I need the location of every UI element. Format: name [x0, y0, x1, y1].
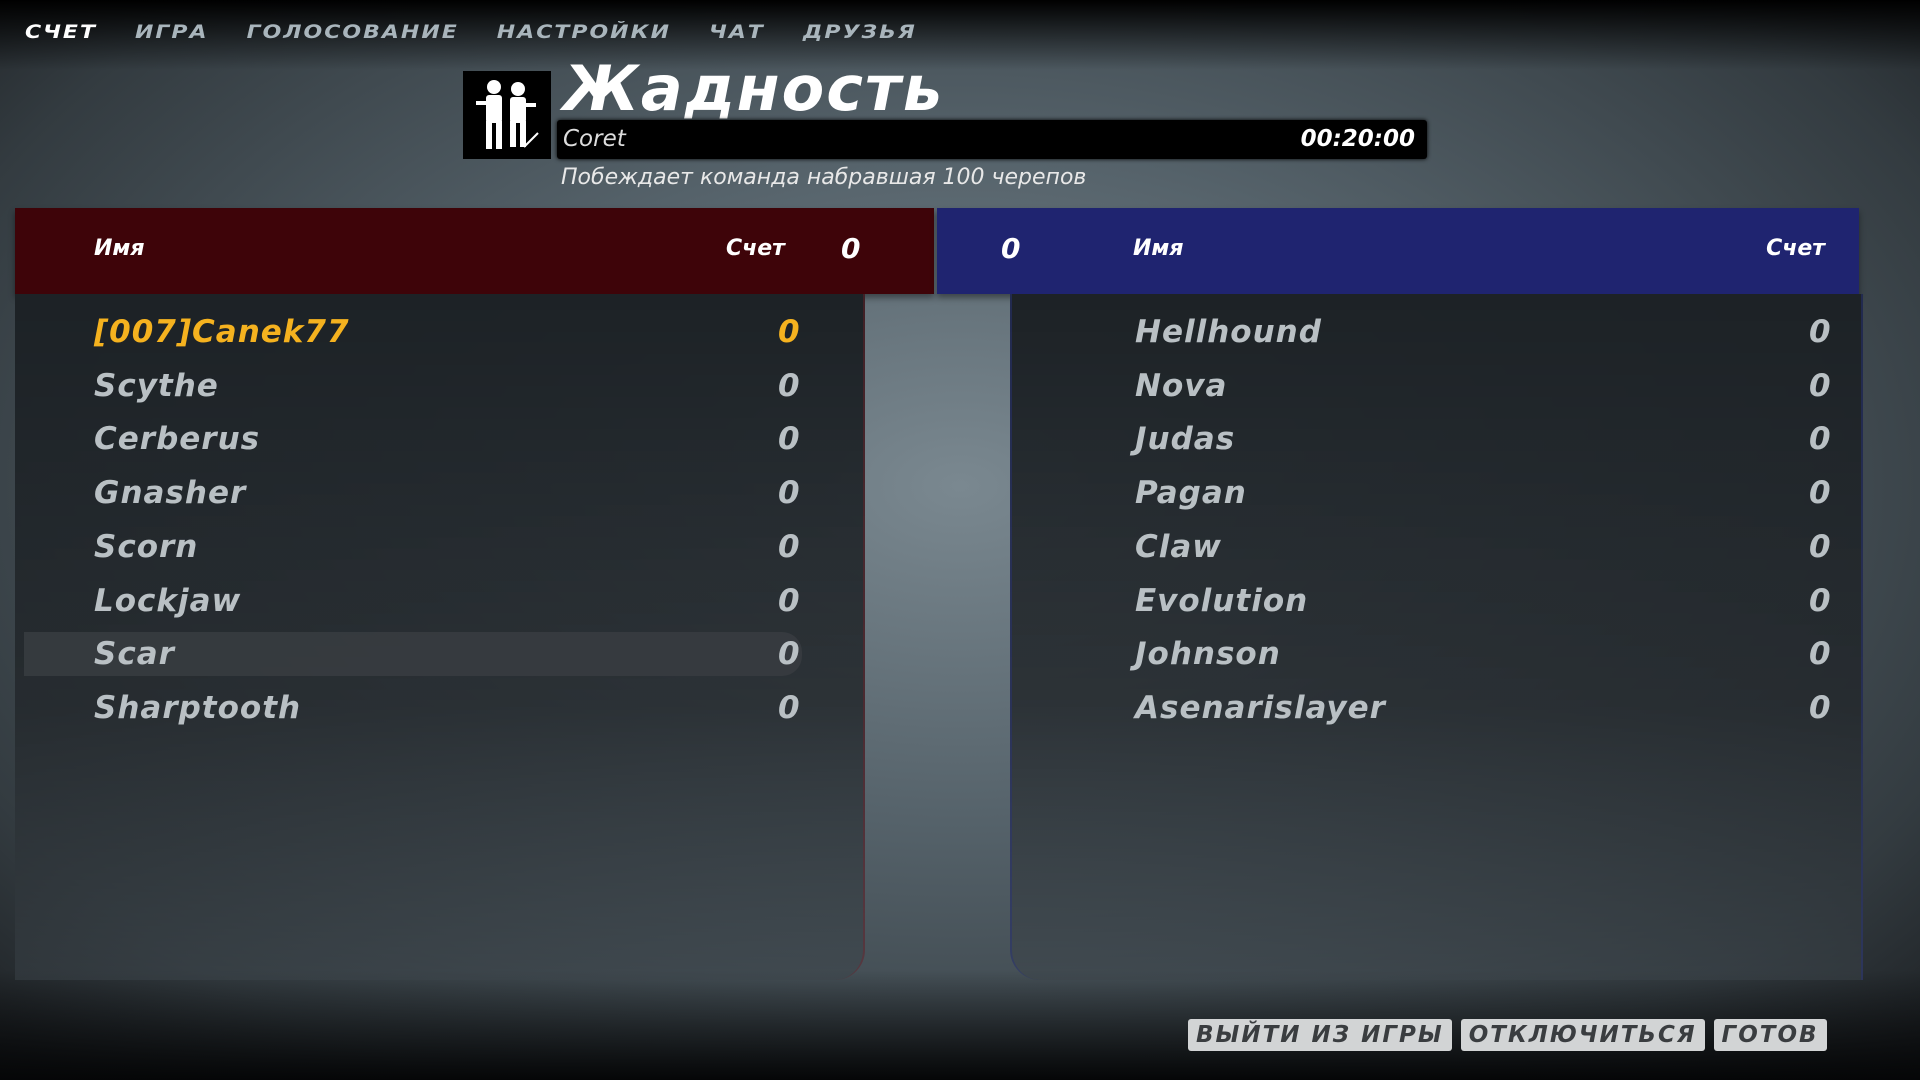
score-column-header: Счет: [726, 236, 785, 261]
player-name: Asenarislayer: [1135, 689, 1386, 726]
tab-score[interactable]: СЧЕТ: [25, 22, 97, 43]
match-timer: 00:20:00: [1300, 126, 1415, 152]
tab-friends[interactable]: ДРУЗЬЯ: [803, 22, 917, 43]
disconnect-button[interactable]: ОТКЛЮЧИТЬСЯ: [1460, 1019, 1705, 1051]
player-score: 0: [778, 689, 801, 726]
player-score: 0: [778, 636, 801, 673]
player-name: Evolution: [1135, 582, 1309, 619]
tab-chat[interactable]: ЧАТ: [709, 22, 765, 43]
player-score: 0: [1809, 636, 1832, 673]
player-name: Hellhound: [1135, 314, 1322, 350]
player-row[interactable]: Johnson 0: [1012, 632, 1852, 676]
player-score: 0: [1809, 528, 1832, 565]
player-row[interactable]: Scar 0: [24, 632, 802, 677]
player-row[interactable]: Pagan 0: [1012, 471, 1852, 515]
player-name: Scar: [94, 636, 175, 673]
match-info-bar: Coret 00:20:00: [557, 120, 1427, 159]
player-row[interactable]: Judas 0: [1012, 417, 1852, 461]
map-name: Coret: [563, 126, 626, 152]
action-buttons: ВЫЙТИ ИЗ ИГРЫ ОТКЛЮЧИТЬСЯ ГОТОВ: [1188, 1019, 1827, 1051]
player-name: Cerberus: [94, 421, 261, 458]
mode-title: Жадность: [563, 52, 945, 125]
score-column-header: Счет: [1766, 236, 1825, 261]
blue-team-score: 0: [1001, 232, 1021, 265]
player-name: Nova: [1135, 367, 1228, 404]
player-row[interactable]: Gnasher 0: [24, 471, 802, 515]
player-score: 0: [778, 528, 801, 565]
player-row[interactable]: Hellhound 0: [1012, 310, 1852, 354]
player-row[interactable]: Lockjaw 0: [24, 579, 802, 623]
player-name: Pagan: [1135, 475, 1247, 512]
player-name: Johnson: [1135, 636, 1281, 673]
player-row[interactable]: Sharptooth 0: [24, 686, 802, 730]
player-row[interactable]: Scorn 0: [24, 525, 802, 569]
player-name: Sharptooth: [94, 689, 302, 726]
tab-game[interactable]: ИГРА: [135, 22, 209, 43]
player-score: 0: [1809, 367, 1832, 404]
player-row[interactable]: Claw 0: [1012, 525, 1852, 569]
player-score: 0: [1809, 421, 1832, 458]
name-column-header: Имя: [1133, 236, 1184, 261]
player-name: Claw: [1135, 528, 1222, 565]
quit-game-button[interactable]: ВЫЙТИ ИЗ ИГРЫ: [1188, 1019, 1452, 1051]
player-score: 0: [778, 421, 801, 458]
name-column-header: Имя: [94, 236, 145, 261]
player-score: 0: [778, 314, 801, 350]
blue-team-header: 0 Имя Счет: [937, 208, 1859, 294]
blue-team-list: Hellhound 0 Nova 0 Judas 0 Pagan 0 Claw 0 Evolutio…: [1010, 294, 1863, 980]
ready-button[interactable]: ГОТОВ: [1713, 1019, 1827, 1051]
tab-voting[interactable]: ГОЛОСОВАНИЕ: [247, 22, 459, 43]
player-row[interactable]: Asenarislayer 0: [1012, 686, 1852, 730]
red-team-header: Имя Счет 0: [15, 208, 934, 294]
player-score: 0: [778, 475, 801, 512]
red-team-list: [007]Canek77 0 Scythe 0 Cerberus 0 Gnasher 0 Sco…: [15, 294, 865, 980]
player-name: Scorn: [94, 528, 199, 565]
player-row[interactable]: Cerberus 0: [24, 417, 802, 461]
player-name: Scythe: [94, 367, 219, 404]
player-score: 0: [1809, 475, 1832, 512]
player-name: Judas: [1135, 421, 1236, 458]
objective-text: Побеждает команда набравшая 100 черепов: [561, 165, 1087, 190]
player-row[interactable]: Evolution 0: [1012, 579, 1852, 623]
player-score: 0: [1809, 689, 1832, 726]
player-row[interactable]: [007]Canek77 0: [24, 310, 802, 354]
player-score: 0: [778, 582, 801, 619]
player-score: 0: [1809, 582, 1832, 619]
player-name: [007]Canek77: [94, 314, 350, 350]
player-row[interactable]: Scythe 0: [24, 364, 802, 408]
red-team-score: 0: [841, 232, 861, 265]
player-score: 0: [1809, 314, 1832, 350]
player-row[interactable]: Nova 0: [1012, 364, 1852, 408]
tab-settings[interactable]: НАСТРОЙКИ: [497, 22, 671, 43]
tab-bar: СЧЕТ ИГРА ГОЛОСОВАНИЕ НАСТРОЙКИ ЧАТ ДРУЗ…: [25, 20, 917, 45]
soldiers-icon: [463, 71, 551, 159]
player-name: Lockjaw: [94, 582, 242, 619]
player-score: 0: [778, 367, 801, 404]
player-name: Gnasher: [94, 475, 247, 512]
